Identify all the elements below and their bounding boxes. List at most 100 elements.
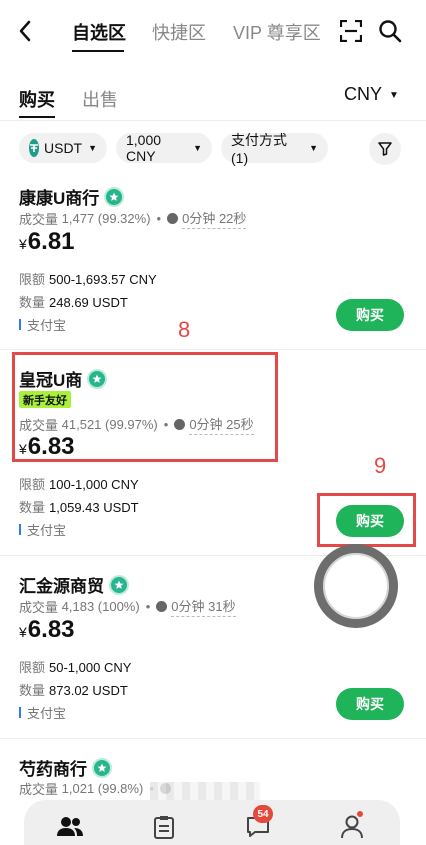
verified-star-icon	[109, 574, 129, 595]
caret-down-icon[interactable]: ▼	[389, 90, 399, 101]
merchant-name[interactable]: 汇金源商贸	[19, 572, 129, 597]
top-nav: 自选区 快捷区 VIP 尊享区	[0, 0, 426, 60]
annotation-label-8: 8	[178, 317, 191, 342]
caret-down-icon: ▼	[88, 143, 98, 153]
release-time: 0分钟 31秒	[171, 596, 236, 617]
orders-icon[interactable]	[151, 814, 177, 840]
merchant-name-text: 皇冠U商	[19, 371, 83, 390]
amount-filter[interactable]: 1,000 CNY ▼	[116, 132, 212, 164]
merchant-name[interactable]: 芍药商行	[19, 755, 112, 780]
price-value: 6.83	[27, 616, 75, 643]
annotation-box-9	[317, 493, 416, 547]
payment-bar	[19, 524, 21, 535]
limit-value: 50-1,000 CNY	[49, 660, 132, 675]
qty-value: 873.02 USDT	[49, 683, 128, 698]
merchant-stats: 成交量 1,477 (99.32%) • 0分钟 22秒	[19, 208, 247, 229]
merchant-name-text: 汇金源商贸	[19, 577, 104, 596]
volume-label: 成交量	[19, 418, 59, 433]
qty-row: 数量 1,059.43 USDT	[19, 497, 139, 516]
divider	[0, 738, 426, 739]
caret-down-icon: ▼	[193, 143, 202, 153]
limit-value: 500-1,693.57 CNY	[49, 272, 157, 287]
back-arrow-icon[interactable]	[14, 18, 36, 44]
merchant-stats: 成交量 41,521 (99.97%) • 0分钟 25秒	[19, 414, 254, 435]
payment-bar	[19, 319, 21, 330]
limit-row: 限额 100-1,000 CNY	[19, 474, 139, 493]
message-count-badge: 54	[253, 805, 273, 823]
verified-star-icon	[92, 757, 112, 778]
coin-filter-label: USDT	[44, 140, 83, 156]
scan-icon[interactable]	[339, 19, 363, 43]
limit-label: 限额	[19, 660, 46, 675]
price: ¥6.83	[19, 433, 75, 461]
divider	[0, 349, 426, 350]
verified-star-icon	[104, 186, 125, 207]
volume-value: 4,183 (100%)	[61, 599, 140, 614]
price: ¥6.81	[19, 228, 75, 256]
payment-method: 支付宝	[19, 520, 66, 539]
payment-text: 支付宝	[27, 318, 67, 333]
price: ¥6.83	[19, 616, 75, 644]
filter-funnel-icon[interactable]	[369, 133, 401, 165]
subtab-indicator	[19, 116, 55, 118]
volume-label: 成交量	[19, 782, 59, 797]
profile-icon[interactable]	[339, 814, 365, 840]
payment-text: 支付宝	[27, 706, 67, 721]
divider	[0, 120, 426, 121]
tab-vip[interactable]: VIP 尊享区	[233, 19, 321, 45]
currency-symbol: ¥	[19, 624, 27, 640]
price-value: 6.83	[27, 433, 75, 460]
search-icon[interactable]	[378, 19, 402, 43]
payment-bar	[19, 707, 21, 718]
buy-button[interactable]: 购买	[336, 688, 404, 720]
amount-filter-label: 1,000 CNY	[126, 132, 162, 164]
caret-down-icon: ▼	[309, 143, 318, 153]
people-icon[interactable]	[57, 814, 83, 840]
merchant-name[interactable]: 皇冠U商	[19, 366, 108, 391]
qty-value: 248.69 USDT	[49, 295, 128, 310]
volume-value: 1,021 (99.8%)	[61, 781, 144, 796]
tab-quick[interactable]: 快捷区	[152, 19, 206, 45]
release-time: 0分钟 25秒	[189, 414, 254, 435]
qty-row: 数量 248.69 USDT	[19, 292, 128, 311]
merchant-name-text: 康康U商行	[19, 189, 100, 208]
price-value: 6.81	[27, 228, 75, 255]
new-user-tag: 新手友好	[19, 391, 71, 408]
qty-value: 1,059.43 USDT	[49, 500, 139, 515]
buy-button[interactable]: 购买	[336, 299, 404, 331]
release-time: 0分钟 22秒	[182, 208, 247, 229]
tether-icon	[29, 139, 39, 157]
payment-text: 支付宝	[27, 523, 67, 538]
limit-value: 100-1,000 CNY	[49, 477, 139, 492]
payment-filter[interactable]: 支付方式 (1) ▼	[221, 132, 328, 166]
coin-filter[interactable]: USDT ▼	[19, 133, 107, 163]
floating-assist-button[interactable]	[314, 544, 398, 628]
currency-selector[interactable]: CNY	[344, 84, 382, 105]
tab-sell[interactable]: 出售	[82, 86, 118, 112]
volume-value: 1,477 (99.32%)	[61, 211, 151, 226]
currency-symbol: ¥	[19, 441, 27, 457]
annotation-label-9: 9	[374, 453, 387, 478]
limit-label: 限额	[19, 477, 46, 492]
notification-dot	[357, 811, 363, 817]
limit-label: 限额	[19, 272, 46, 287]
limit-row: 限额 500-1,693.57 CNY	[19, 269, 157, 288]
tab-watchlist[interactable]: 自选区	[72, 19, 126, 45]
merchant-name-text: 芍药商行	[19, 760, 87, 779]
payment-method: 支付宝	[19, 703, 66, 722]
bottom-nav	[24, 800, 400, 845]
volume-label: 成交量	[19, 600, 59, 615]
clock-icon	[156, 601, 168, 612]
limit-row: 限额 50-1,000 CNY	[19, 657, 131, 676]
currency-symbol: ¥	[19, 236, 27, 252]
active-tab-indicator	[72, 50, 124, 52]
merchant-stats: 成交量 4,183 (100%) • 0分钟 31秒	[19, 596, 236, 617]
payment-filter-label: 支付方式 (1)	[231, 132, 287, 166]
qty-label: 数量	[19, 683, 46, 698]
qty-label: 数量	[19, 295, 46, 310]
qty-row: 数量 873.02 USDT	[19, 680, 128, 699]
clock-icon	[167, 213, 179, 224]
tab-buy[interactable]: 购买	[19, 86, 55, 112]
merchant-name[interactable]: 康康U商行	[19, 184, 125, 209]
verified-star-icon	[87, 368, 108, 389]
